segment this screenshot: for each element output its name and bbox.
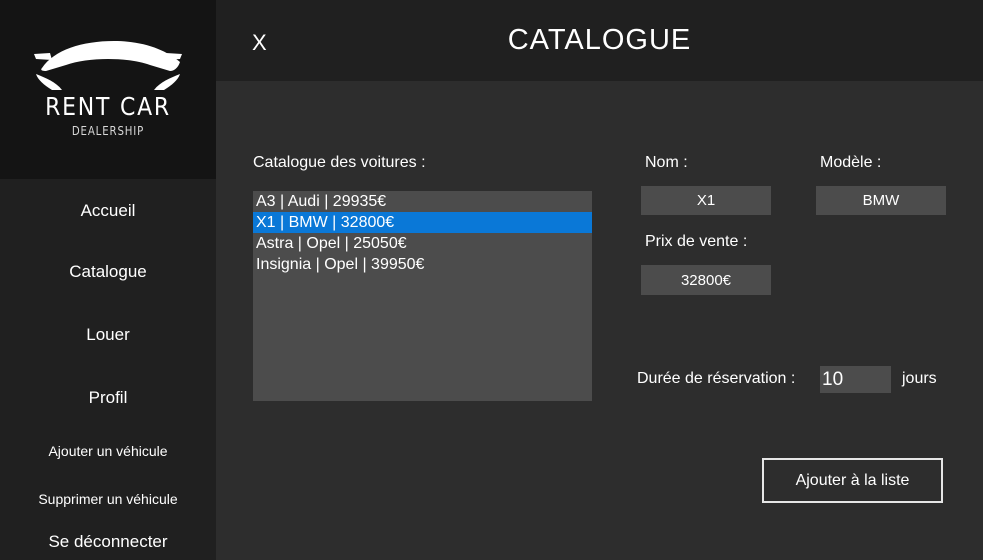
catalogue-listbox[interactable]: A3 | Audi | 29935€ X1 | BMW | 32800€ Ast… — [253, 191, 592, 401]
nav-louer[interactable]: Louer — [0, 325, 216, 345]
sidebar: RENT CAR DEALERSHIP Accueil Catalogue Lo… — [0, 0, 216, 560]
nav-profil[interactable]: Profil — [0, 388, 216, 408]
logo-title: RENT CAR — [45, 92, 171, 121]
catalogue-label: Catalogue des voitures : — [253, 154, 426, 171]
prix-label: Prix de vente : — [645, 233, 748, 250]
duree-unit: jours — [902, 370, 937, 387]
list-item[interactable]: Astra | Opel | 25050€ — [253, 233, 592, 254]
nav-supprimer-vehicule[interactable]: Supprimer un véhicule — [0, 491, 216, 507]
nav-accueil[interactable]: Accueil — [0, 201, 216, 221]
page-title: CATALOGUE — [507, 24, 692, 56]
duree-input[interactable] — [820, 366, 891, 393]
car-logo-icon — [34, 41, 182, 90]
nav-ajouter-vehicule[interactable]: Ajouter un véhicule — [0, 443, 216, 459]
prix-field: 32800€ — [641, 265, 771, 295]
list-item-selected[interactable]: X1 | BMW | 32800€ — [253, 212, 592, 233]
nom-label: Nom : — [645, 154, 688, 171]
add-to-list-button[interactable]: Ajouter à la liste — [762, 458, 943, 503]
logo-subtitle: DEALERSHIP — [71, 124, 145, 138]
list-item[interactable]: Insignia | Opel | 39950€ — [253, 254, 592, 275]
list-item[interactable]: A3 | Audi | 29935€ — [253, 191, 592, 212]
modele-field: BMW — [816, 186, 946, 215]
nav-catalogue[interactable]: Catalogue — [0, 262, 216, 282]
modele-label: Modèle : — [820, 154, 882, 171]
nom-field: X1 — [641, 186, 771, 215]
nav-deconnecter[interactable]: Se déconnecter — [0, 532, 216, 552]
duree-label: Durée de réservation : — [637, 370, 796, 387]
logo: RENT CAR DEALERSHIP — [0, 0, 216, 179]
